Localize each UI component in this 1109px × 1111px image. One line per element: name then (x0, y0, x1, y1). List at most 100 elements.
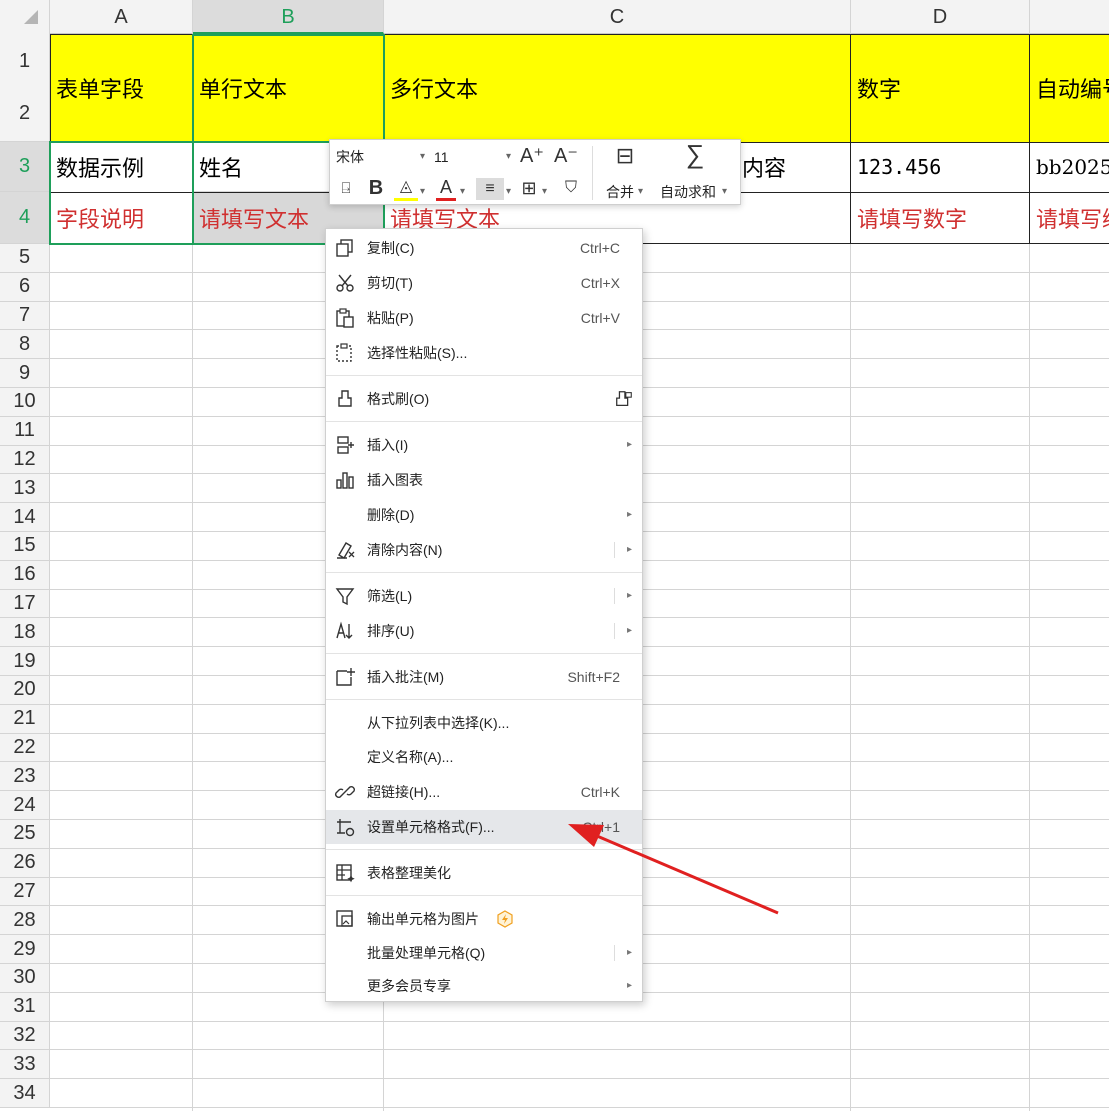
column-header-d[interactable]: D (851, 0, 1030, 34)
fill-color-icon[interactable]: ◬ (394, 176, 418, 201)
row-header-34[interactable]: 34 (0, 1079, 50, 1108)
row-header-2[interactable]: 2 (0, 88, 50, 142)
menu-item-cut[interactable]: 剪切(T) Ctrl+X (326, 266, 642, 300)
row-header-12[interactable]: 12 (0, 445, 50, 475)
row-header-6[interactable]: 6 (0, 272, 50, 302)
cell-b1-single-line[interactable]: 单行文本 (193, 34, 383, 142)
submenu-arrow-icon[interactable]: ▸ (627, 614, 632, 648)
bold-button[interactable]: B (364, 176, 388, 200)
row-header-4[interactable]: 4 (0, 192, 50, 244)
menu-item-insert-chart[interactable]: 插入图表 (326, 463, 642, 497)
autosum-sigma-icon[interactable]: ∑ (678, 141, 712, 167)
cell-a1-form-field[interactable]: 表单字段 (50, 34, 192, 142)
cell-d4-hint[interactable]: 请填写数字 (851, 193, 1029, 243)
row-header-17[interactable]: 17 (0, 589, 50, 619)
row-header-32[interactable]: 32 (0, 1021, 50, 1051)
row-header-7[interactable]: 7 (0, 301, 50, 331)
row-header-30[interactable]: 30 (0, 964, 50, 993)
row-header-25[interactable]: 25 (0, 820, 50, 849)
table-border (1029, 34, 1030, 244)
row-header-10[interactable]: 10 (0, 388, 50, 417)
row-header-33[interactable]: 33 (0, 1050, 50, 1080)
font-color-button[interactable]: A (436, 176, 456, 201)
menu-item-insert-comment[interactable]: 插入批注(M) Shift+F2 (326, 660, 642, 694)
cell-c3-content[interactable]: 内容 (740, 143, 850, 191)
row-header-26[interactable]: 26 (0, 848, 50, 878)
row-header-11[interactable]: 11 (0, 416, 50, 446)
menu-item-define-name[interactable]: 定义名称(A)... (326, 740, 642, 774)
cell-d3-number-example[interactable]: 123.456 (851, 143, 1029, 191)
format-brush-lock-icon[interactable] (614, 389, 634, 409)
wrap-text-icon[interactable]: ⍈ (334, 177, 358, 201)
menu-item-delete[interactable]: 删除(D) ▸ (326, 498, 642, 532)
font-name-dropdown-icon[interactable]: ▾ (420, 151, 425, 162)
row-header-8[interactable]: 8 (0, 330, 50, 360)
row-header-23[interactable]: 23 (0, 762, 50, 792)
merge-icon[interactable]: ⊟ (608, 144, 642, 168)
row-header-18[interactable]: 18 (0, 618, 50, 648)
menu-item-sort[interactable]: 排序(U) ▸ (326, 614, 642, 648)
row-header-29[interactable]: 29 (0, 935, 50, 964)
menu-item-pick-from-list[interactable]: 从下拉列表中选择(K)... (326, 706, 642, 740)
column-header-c[interactable]: C (384, 0, 851, 34)
row-header-20[interactable]: 20 (0, 676, 50, 705)
menu-item-format-painter[interactable]: 格式刷(O) (326, 382, 642, 416)
submenu-arrow-icon[interactable]: ▸ (627, 936, 632, 970)
borders-dropdown-icon[interactable]: ▾ (542, 186, 547, 197)
row-header-31[interactable]: 31 (0, 992, 50, 1022)
row-header-5[interactable]: 5 (0, 244, 50, 273)
row-header-28[interactable]: 28 (0, 906, 50, 936)
row-header-16[interactable]: 16 (0, 560, 50, 590)
menu-item-batch-process[interactable]: 批量处理单元格(Q) ▸ (326, 936, 642, 970)
row-header-24[interactable]: 24 (0, 791, 50, 820)
shrink-font-button[interactable]: A⁻ (554, 144, 578, 168)
cell-d1-number[interactable]: 数字 (851, 34, 1029, 142)
row-header-27[interactable]: 27 (0, 877, 50, 907)
cell-e4-hint[interactable]: 请填写编号 (1030, 193, 1109, 243)
submenu-arrow-icon[interactable]: ▸ (627, 533, 632, 567)
row-header-1[interactable]: 1 (0, 34, 50, 88)
menu-item-insert[interactable]: 插入(I) ▸ (326, 428, 642, 462)
menu-item-paste[interactable]: 粘贴(P) Ctrl+V (326, 301, 642, 335)
menu-item-filter[interactable]: 筛选(L) ▸ (326, 579, 642, 613)
cell-a3-data-example[interactable]: 数据示例 (50, 143, 192, 191)
menu-item-paste-special[interactable]: 选择性粘贴(S)... (326, 336, 642, 370)
align-dropdown-icon[interactable]: ▾ (506, 186, 511, 197)
row-header-15[interactable]: 15 (0, 532, 50, 561)
column-header-e[interactable] (1030, 0, 1109, 34)
row-header-13[interactable]: 13 (0, 474, 50, 504)
row-header-19[interactable]: 19 (0, 647, 50, 676)
cell-e3-auto-number-example[interactable]: bb2025 (1030, 143, 1109, 191)
menu-item-clear-content[interactable]: 清除内容(N) ▸ (326, 533, 642, 567)
column-header-b[interactable]: B (193, 0, 384, 34)
menu-item-hyperlink[interactable]: 超链接(H)... Ctrl+K (326, 775, 642, 809)
submenu-arrow-icon[interactable]: ▸ (627, 579, 632, 613)
merge-button[interactable]: 合并 (606, 182, 634, 202)
font-name-box[interactable]: 宋体 (334, 146, 430, 168)
row-header-22[interactable]: 22 (0, 733, 50, 763)
grow-font-button[interactable]: A⁺ (520, 144, 544, 168)
fill-color-dropdown-icon[interactable]: ▾ (420, 186, 425, 197)
font-color-dropdown-icon[interactable]: ▾ (460, 186, 465, 197)
borders-icon[interactable]: ⊞ (518, 176, 540, 200)
font-size-dropdown-icon[interactable]: ▾ (506, 151, 511, 162)
menu-item-more-vip[interactable]: 更多会员专享 ▸ (326, 969, 642, 1003)
row-header-21[interactable]: 21 (0, 704, 50, 734)
menu-label: 插入(I) (367, 437, 409, 453)
row-header-9[interactable]: 9 (0, 359, 50, 388)
autosum-dropdown-icon[interactable]: ▾ (722, 186, 727, 197)
column-header-a[interactable]: A (50, 0, 193, 34)
cell-e1-auto-number[interactable]: 自动编号 (1030, 34, 1109, 142)
format-brush-icon[interactable]: ⛉ (560, 176, 582, 200)
cell-a4-field-description[interactable]: 字段说明 (50, 193, 192, 243)
cell-c1-multi-line[interactable]: 多行文本 (384, 34, 850, 142)
align-center-icon[interactable]: ≡ (476, 178, 504, 200)
select-all-corner[interactable] (0, 0, 50, 34)
menu-shortcut: Ctrl+V (580, 310, 620, 326)
row-header-3[interactable]: 3 (0, 142, 50, 192)
row-header-14[interactable]: 14 (0, 503, 50, 532)
autosum-button[interactable]: 自动求和 (660, 182, 716, 202)
merge-dropdown-icon[interactable]: ▾ (638, 186, 643, 197)
font-size-box[interactable]: 11 (432, 146, 516, 168)
menu-item-copy[interactable]: 复制(C) Ctrl+C (326, 231, 642, 265)
